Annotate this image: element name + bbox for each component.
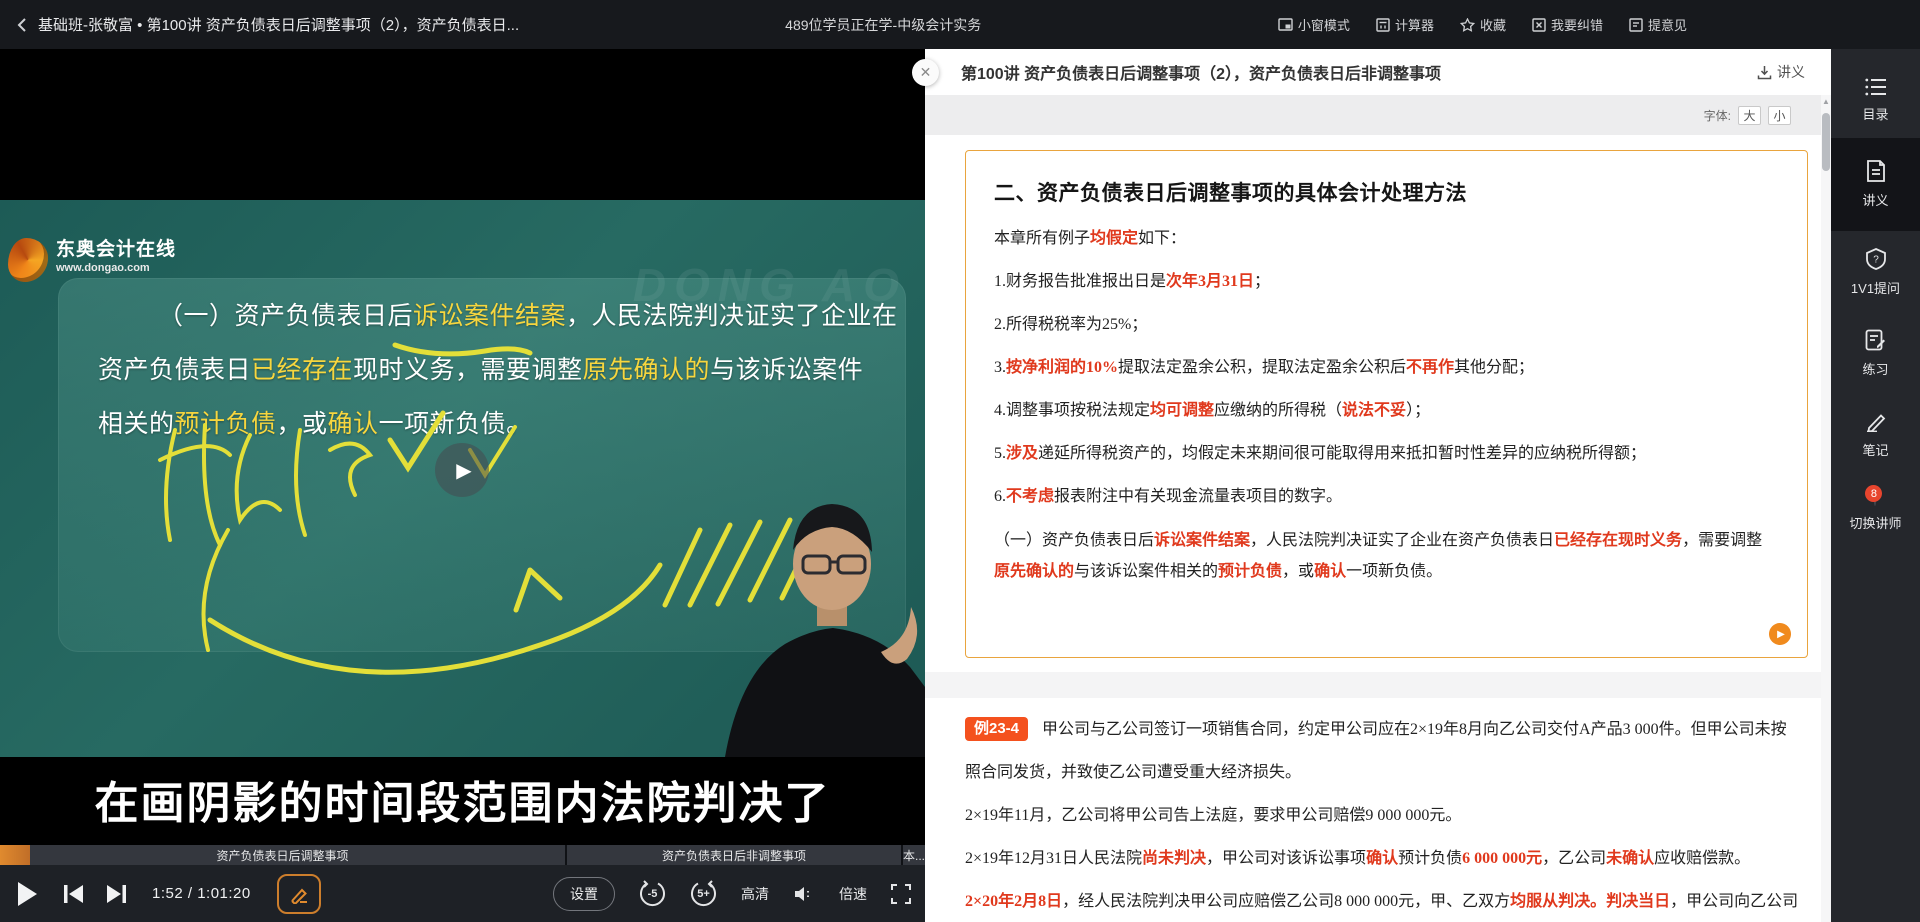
marker-pen-icon	[289, 884, 309, 904]
played-progress	[0, 845, 30, 865]
feedback-icon	[1629, 18, 1643, 32]
handout-panel: ✕ 第100讲 资产负债表日后调整事项（2），资产负债表日后非调整事项 讲义 字…	[925, 49, 1831, 922]
switch-teacher-button[interactable]: 8 切换讲师	[1849, 476, 1901, 546]
top-bar: 基础班-张敬富 • 第100讲 资产负债表日后调整事项（2），资产负债表日...…	[0, 0, 1920, 49]
video-player: 东奥会计在线 www.dongao.com DONG AO （一）资产负债表日后…	[0, 49, 925, 922]
note-paragraph: 2.所得税税率为25%；	[994, 314, 1777, 336]
calculator-button[interactable]: 计算器	[1376, 15, 1434, 34]
chapter-label: 资产负债表日后非调整事项	[662, 847, 806, 864]
sidebar-item-practice[interactable]: 练习	[1831, 312, 1920, 393]
svg-text:?: ?	[1873, 255, 1879, 266]
volume-button[interactable]	[793, 885, 815, 903]
font-smaller-button[interactable]: 小	[1768, 106, 1791, 125]
fullscreen-button[interactable]	[891, 884, 911, 904]
notes-icon	[1865, 410, 1887, 432]
handout-title: 第100讲 资产负债表日后调整事项（2），资产负债表日后非调整事项	[961, 60, 1441, 84]
next-lesson-button[interactable]	[106, 883, 128, 905]
note-paragraph: 4.调整事项按税法规定均可调整应缴纳的所得税（说法不妥）；	[994, 400, 1777, 422]
box-play-button[interactable]: ▶	[1769, 623, 1791, 645]
logo-url: www.dongao.com	[56, 262, 176, 274]
star-icon	[1460, 18, 1475, 32]
pip-icon	[1278, 18, 1293, 31]
note-paragraph: 5.涉及递延所得税资产的，均假定未来期间很可能取得用来抵扣暂时性差异的应纳税所得…	[994, 443, 1777, 465]
error-box-icon	[1532, 18, 1546, 32]
example-paragraph: 2×20年2月8日，经人民法院判决甲公司应赔偿乙公司8 000 000元，甲、乙…	[965, 880, 1801, 922]
time-display: 1:52 / 1:01:20	[152, 885, 251, 902]
handout-content: 二、资产负债表日后调整事项的具体会计处理方法 本章所有例子均假定如下： 1.财务…	[925, 135, 1831, 922]
chapter-label: 本...	[903, 847, 925, 864]
notification-badge: 8	[1865, 485, 1882, 502]
download-handout-button[interactable]: 讲义	[1757, 62, 1805, 82]
slide-text-line: 相关的预计负债，或确认一项新负债。	[98, 404, 532, 440]
section-heading: 二、资产负债表日后调整事项的具体会计处理方法	[994, 177, 1777, 207]
note-paragraph: 6.不考虑报表附注中有关现金流量表项目的数字。	[994, 486, 1777, 508]
previous-lesson-button[interactable]	[62, 883, 84, 905]
handout-icon	[1866, 160, 1886, 182]
note-paragraph: 1.财务报告批准报出日是次年3月31日；	[994, 271, 1777, 293]
chapter-segment[interactable]: 资产负债表日后非调整事项	[567, 845, 903, 865]
scroll-up-arrow[interactable]: ▲	[1822, 97, 1830, 106]
play-overlay-button[interactable]: ▶	[435, 443, 489, 497]
close-panel-button[interactable]: ✕	[912, 59, 939, 86]
font-size-bar: 字体: 大 小	[925, 95, 1831, 135]
speed-button[interactable]: 倍速	[839, 884, 867, 904]
example-paragraph: 2×19年12月31日人民法院尚未判决，甲公司对该诉讼事项确认预计负债6 000…	[965, 837, 1801, 880]
chapter-label: 资产负债表日后调整事项	[216, 847, 348, 864]
slide-text-line: 资产负债表日已经存在现时义务，需要调整原先确认的与该诉讼案件	[98, 350, 863, 386]
chapter-segment[interactable]: 本...	[903, 845, 925, 865]
play-button[interactable]	[16, 881, 38, 907]
note-paragraph: 本章所有例子均假定如下：	[994, 228, 1777, 250]
play-icon: ▶	[456, 458, 471, 483]
note-paragraph: （一）资产负债表日后诉讼案件结案，人民法院判决证实了企业在资产负债表日已经存在现…	[994, 525, 1777, 587]
quality-button[interactable]: 高清	[741, 884, 769, 904]
sidebar-item-1v1-question[interactable]: ? 1V1提问	[1831, 231, 1920, 312]
example-section: 例23-4甲公司与乙公司签订一项销售合同，约定甲公司应在2×19年8月向乙公司交…	[925, 698, 1831, 922]
dongao-logo: 东奥会计在线 www.dongao.com	[8, 238, 176, 282]
practice-icon	[1865, 329, 1886, 351]
calculator-icon	[1376, 18, 1390, 32]
dongao-logo-mark	[8, 238, 48, 282]
note-marker-button[interactable]	[277, 874, 321, 914]
slide-text-line: （一）资产负债表日后诉讼案件结案，人民法院判决证实了企业在	[158, 296, 898, 332]
rewind-5s-button[interactable]: -5	[639, 880, 666, 907]
sidebar-item-notes[interactable]: 笔记	[1831, 393, 1920, 474]
feedback-button[interactable]: 提意见	[1629, 15, 1687, 34]
sidebar-item-catalog[interactable]: 目录	[1831, 61, 1920, 138]
seek-bar: 资产负债表日后调整事项 资产负债表日后非调整事项 本...	[0, 845, 925, 865]
favorite-button[interactable]: 收藏	[1460, 15, 1506, 34]
summary-box: 二、资产负债表日后调整事项的具体会计处理方法 本章所有例子均假定如下： 1.财务…	[965, 150, 1808, 658]
example-badge: 例23-4	[965, 717, 1028, 741]
panel-scrollbar[interactable]: ▲	[1821, 95, 1831, 922]
player-controls: 1:52 / 1:01:20 设置 -5 5+ 高清 倍速	[0, 865, 925, 922]
video-subtitle: 在画阴影的时间段范围内法院判决了	[0, 767, 925, 831]
logo-title: 东奥会计在线	[56, 238, 176, 262]
chapter-segment[interactable]: 资产负债表日后调整事项	[0, 845, 567, 865]
example-paragraph: 例23-4甲公司与乙公司签订一项销售合同，约定甲公司应在2×19年8月向乙公司交…	[965, 708, 1801, 794]
font-label: 字体:	[1704, 107, 1731, 124]
section-divider	[925, 672, 1831, 698]
pip-mode-button[interactable]: 小窗模式	[1278, 15, 1350, 34]
example-paragraph: 2×19年11月，乙公司将甲公司告上法庭，要求甲公司赔偿9 000 000元。	[965, 794, 1801, 837]
back-icon[interactable]	[16, 17, 28, 33]
play-icon: ▶	[1777, 629, 1785, 640]
scrollbar-thumb[interactable]	[1822, 113, 1830, 171]
viewers-count: 489位学员正在学-中级会计实务	[785, 15, 981, 35]
tool-sidebar: 目录 讲义 ? 1V1提问 练习 笔记 8 切换讲师	[1831, 49, 1920, 922]
slide-frame: 东奥会计在线 www.dongao.com DONG AO （一）资产负债表日后…	[0, 200, 925, 757]
teacher-video	[685, 472, 925, 757]
settings-button[interactable]: 设置	[553, 877, 615, 911]
note-paragraph: 3.按净利润的10%提取法定盈余公积，提取法定盈余公积后不再作其他分配；	[994, 357, 1777, 379]
catalog-icon	[1865, 78, 1887, 96]
forward-5s-button[interactable]: 5+	[690, 880, 717, 907]
font-larger-button[interactable]: 大	[1738, 106, 1761, 125]
sidebar-item-handout[interactable]: 讲义	[1831, 138, 1920, 231]
download-icon	[1757, 65, 1772, 80]
lesson-title: 基础班-张敬富 • 第100讲 资产负债表日后调整事项（2），资产负债表日...	[38, 14, 519, 35]
report-error-button[interactable]: 我要纠错	[1532, 15, 1603, 34]
question-icon: ?	[1865, 248, 1887, 270]
